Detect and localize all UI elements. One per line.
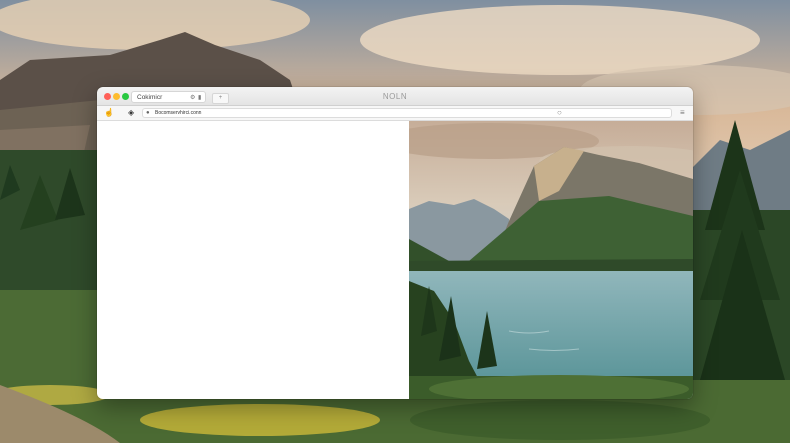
toolbar: ☝ ◈ ● Bocomservhirci.conn ○ ≡	[97, 106, 693, 121]
window-title: NOLN	[382, 92, 408, 101]
close-button[interactable]	[104, 93, 111, 100]
tab-label: Cokimicr	[137, 94, 163, 101]
browser-window: Cokimicr ⚙ ▮ + NOLN ☝ ◈ ● Bocomservhirci…	[97, 87, 693, 399]
sidebar-menu-icon[interactable]: ≡	[680, 108, 688, 117]
browser-tab[interactable]: Cokimicr ⚙ ▮	[131, 91, 206, 103]
lock-icon: ●	[146, 110, 150, 116]
minimize-button[interactable]	[113, 93, 120, 100]
tab-close-icon[interactable]: ▮	[198, 92, 201, 104]
address-text: Bocomservhirci.conn	[155, 110, 202, 116]
hand-icon[interactable]: ☝	[104, 107, 114, 119]
new-tab-label: +	[218, 95, 223, 101]
landscape-image	[409, 121, 693, 399]
page-content	[97, 121, 693, 399]
blank-page-panel	[97, 121, 409, 399]
reload-icon[interactable]: ○	[557, 108, 562, 118]
maximize-button[interactable]	[122, 93, 129, 100]
tab-settings-icon[interactable]: ⚙	[190, 92, 195, 104]
diamond-icon[interactable]: ◈	[128, 107, 134, 119]
title-bar[interactable]: Cokimicr ⚙ ▮ + NOLN	[97, 87, 693, 106]
address-bar[interactable]: ● Bocomservhirci.conn ○	[142, 108, 672, 118]
new-tab-button[interactable]: +	[212, 93, 229, 104]
